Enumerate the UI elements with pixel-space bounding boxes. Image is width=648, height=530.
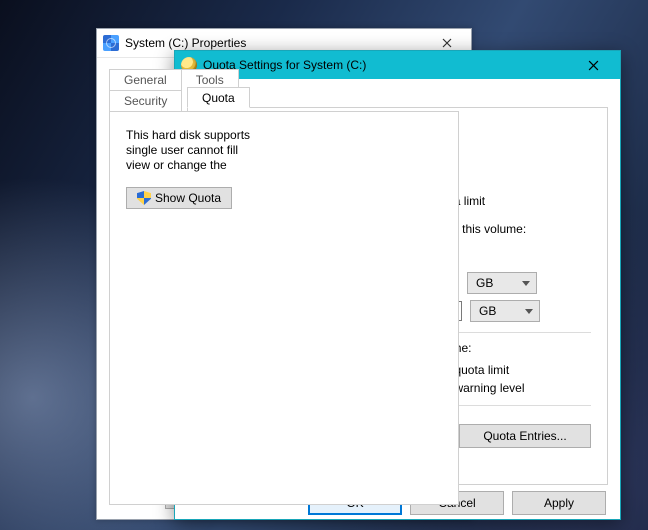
- close-icon: [588, 60, 599, 71]
- apply-button[interactable]: Apply: [512, 491, 606, 515]
- tab-general[interactable]: General: [109, 69, 182, 91]
- tab-content: This hard disk supports single user cann…: [109, 111, 459, 505]
- uac-shield-icon: [137, 191, 151, 205]
- quota-entries-button[interactable]: Quota Entries...: [459, 424, 591, 448]
- titlebar[interactable]: Quota Settings for System (C:): [175, 51, 620, 79]
- tab-security[interactable]: Security: [109, 90, 182, 112]
- drive-icon: [103, 35, 119, 51]
- close-button[interactable]: [572, 53, 614, 77]
- limit-unit-select[interactable]: GB: [467, 272, 537, 294]
- show-quota-settings-button[interactable]: Show Quota: [126, 187, 232, 209]
- close-icon: [442, 38, 452, 48]
- window-title: Quota Settings for System (C:): [203, 58, 572, 72]
- quota-description: This hard disk supports single user cann…: [126, 128, 442, 173]
- chevron-down-icon: [525, 309, 533, 314]
- warning-unit-select[interactable]: GB: [470, 300, 540, 322]
- tab-quota[interactable]: Quota: [187, 87, 250, 108]
- window-title: System (C:) Properties: [125, 36, 429, 50]
- chevron-down-icon: [522, 281, 530, 286]
